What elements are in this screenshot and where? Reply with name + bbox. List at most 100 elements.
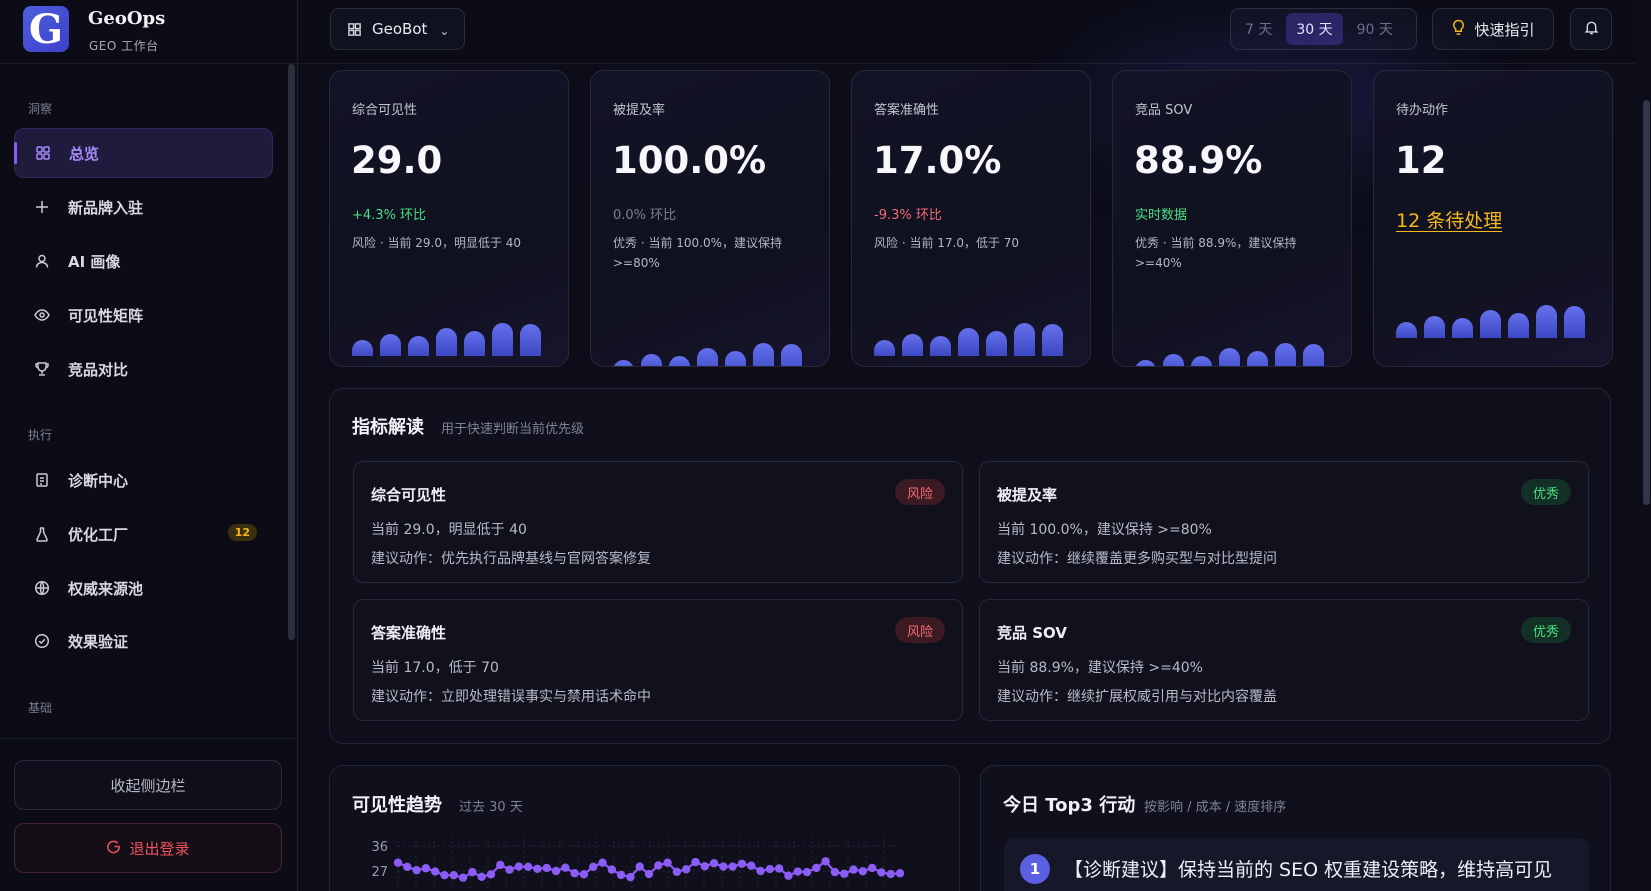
- data-point[interactable]: [393, 858, 403, 867]
- sidebar-item-competitor[interactable]: 竞品对比: [14, 344, 273, 394]
- data-point[interactable]: [765, 864, 775, 874]
- data-point[interactable]: [542, 863, 551, 873]
- data-point[interactable]: [867, 863, 877, 873]
- quick-guide-label: 快速指引: [1474, 20, 1535, 39]
- data-point[interactable]: [654, 861, 663, 870]
- collapse-sidebar-button[interactable]: 收起侧边栏: [14, 760, 282, 810]
- data-point[interactable]: [681, 865, 691, 874]
- todo-link[interactable]: 12 条待处理: [1396, 206, 1502, 233]
- data-point[interactable]: [616, 870, 626, 880]
- sidebar-item-authority-pool[interactable]: 权威来源池: [14, 563, 273, 613]
- data-point[interactable]: [589, 862, 598, 872]
- data-point[interactable]: [774, 864, 784, 873]
- logout-button[interactable]: 退出登录: [14, 823, 282, 873]
- data-point[interactable]: [626, 872, 635, 882]
- sidebar-item-new-brand[interactable]: 新品牌入驻: [14, 182, 273, 232]
- kpi-card-competitor-sov[interactable]: 竞品 SOV 88.9% 实时数据 优秀 · 当前 88.9%，建议保持 >=4…: [1112, 70, 1352, 367]
- data-point[interactable]: [812, 863, 821, 873]
- insight-action: 建议动作：优先执行品牌基线与官网答案修复: [371, 551, 651, 567]
- main-scrollbar[interactable]: [1643, 100, 1650, 505]
- kpi-card-accuracy[interactable]: 答案准确性 17.0% -9.3% 环比 风险 · 当前 17.0，低于 70: [851, 70, 1091, 367]
- sidebar-item-verification[interactable]: 效果验证: [14, 616, 273, 666]
- data-point[interactable]: [877, 868, 886, 877]
- data-point[interactable]: [440, 870, 449, 880]
- sidebar-item-optimization[interactable]: 优化工厂 12: [14, 509, 273, 559]
- date-range-toggle: 7 天 30 天 90 天: [1230, 8, 1417, 50]
- data-point[interactable]: [561, 863, 570, 872]
- project-selector[interactable]: GeoBot ⌄: [330, 8, 465, 50]
- data-point[interactable]: [496, 860, 505, 870]
- kpi-card-visibility[interactable]: 综合可见性 29.0 +4.3% 环比 风险 · 当前 29.0，明显低于 40: [329, 70, 569, 367]
- data-point[interactable]: [821, 857, 830, 866]
- sidebar-item-visibility-matrix[interactable]: 可见性矩阵: [14, 290, 273, 340]
- data-point[interactable]: [607, 865, 617, 874]
- data-point[interactable]: [644, 869, 654, 879]
- data-point[interactable]: [477, 872, 486, 882]
- data-point[interactable]: [728, 862, 737, 871]
- data-point[interactable]: [486, 870, 496, 879]
- kpi-card-mention-rate[interactable]: 被提及率 100.0% 0.0% 环比 优秀 · 当前 100.0%，建议保持 …: [590, 70, 830, 367]
- data-point[interactable]: [691, 857, 700, 867]
- data-point[interactable]: [802, 867, 812, 877]
- range-90d-button[interactable]: 90 天: [1347, 13, 1403, 45]
- data-point[interactable]: [747, 861, 756, 870]
- data-point[interactable]: [458, 873, 468, 882]
- action-item[interactable]: 1 【诊断建议】保持当前的 SEO 权重建设策略，维持高可见: [1004, 838, 1589, 891]
- spark-bar: [1219, 348, 1240, 366]
- data-point[interactable]: [849, 865, 858, 874]
- sidebar-scrollbar[interactable]: [288, 64, 295, 640]
- data-point[interactable]: [709, 859, 719, 868]
- data-point[interactable]: [784, 871, 793, 880]
- data-point[interactable]: [663, 858, 672, 867]
- range-7d-button[interactable]: 7 天: [1235, 13, 1282, 45]
- data-point[interactable]: [840, 869, 849, 878]
- data-point[interactable]: [514, 862, 524, 871]
- data-point[interactable]: [449, 870, 458, 880]
- notification-button[interactable]: [1570, 8, 1612, 50]
- data-point[interactable]: [700, 862, 709, 871]
- data-point[interactable]: [598, 858, 607, 867]
- sidebar-item-diagnosis[interactable]: 诊断中心: [14, 455, 273, 505]
- data-point[interactable]: [756, 866, 765, 876]
- range-30d-button[interactable]: 30 天: [1286, 13, 1343, 45]
- kpi-sparkbars: [874, 323, 1063, 356]
- data-point[interactable]: [533, 864, 542, 873]
- data-point[interactable]: [886, 869, 895, 879]
- insight-card-accuracy[interactable]: 答案准确性 风险 当前 17.0，低于 70 建议动作：立即处理错误事实与禁用话…: [353, 599, 963, 721]
- todo-count-badge: 12: [227, 524, 257, 541]
- data-point[interactable]: [468, 867, 477, 877]
- data-point[interactable]: [737, 859, 747, 868]
- insight-card-mention-rate[interactable]: 被提及率 优秀 当前 100.0%，建议保持 >=80% 建议动作：继续覆盖更多…: [979, 461, 1589, 583]
- kpi-card-todo[interactable]: 待办动作 12 12 条待处理: [1373, 70, 1613, 367]
- spark-bar: [1396, 322, 1417, 338]
- data-point[interactable]: [570, 869, 579, 878]
- app-logo[interactable]: G: [23, 6, 69, 53]
- data-point[interactable]: [505, 865, 514, 874]
- data-point[interactable]: [793, 867, 802, 876]
- spark-bar: [408, 336, 429, 356]
- data-point[interactable]: [421, 864, 431, 873]
- insight-card-visibility[interactable]: 综合可见性 风险 当前 29.0，明显低于 40 建议动作：优先执行品牌基线与官…: [353, 461, 963, 583]
- data-point[interactable]: [635, 862, 644, 871]
- data-point[interactable]: [430, 867, 440, 876]
- data-point[interactable]: [403, 862, 412, 872]
- sidebar-item-label: 竞品对比: [68, 360, 129, 379]
- data-point[interactable]: [579, 870, 589, 879]
- kpi-value: 29.0: [351, 139, 443, 182]
- data-point[interactable]: [830, 867, 840, 877]
- data-point[interactable]: [858, 867, 868, 876]
- sidebar-item-ai-profile[interactable]: AI 画像: [14, 236, 273, 286]
- kpi-note: 风险 · 当前 17.0，低于 70: [874, 236, 1020, 250]
- data-point[interactable]: [551, 866, 561, 876]
- quick-guide-button[interactable]: 快速指引: [1432, 8, 1554, 50]
- data-point[interactable]: [523, 862, 533, 872]
- insight-name: 综合可见性: [371, 486, 447, 504]
- data-point[interactable]: [895, 869, 905, 878]
- insight-current: 当前 17.0，低于 70: [371, 660, 499, 676]
- insights-panel: 指标解读 用于快速判断当前优先级 综合可见性 风险 当前 29.0，明显低于 4…: [329, 388, 1611, 744]
- data-point[interactable]: [672, 867, 682, 877]
- sidebar-item-overview[interactable]: 总览: [14, 128, 273, 178]
- insight-card-competitor-sov[interactable]: 竞品 SOV 优秀 当前 88.9%，建议保持 >=40% 建议动作：继续扩展权…: [979, 599, 1589, 721]
- data-point[interactable]: [412, 865, 421, 875]
- data-point[interactable]: [719, 862, 728, 871]
